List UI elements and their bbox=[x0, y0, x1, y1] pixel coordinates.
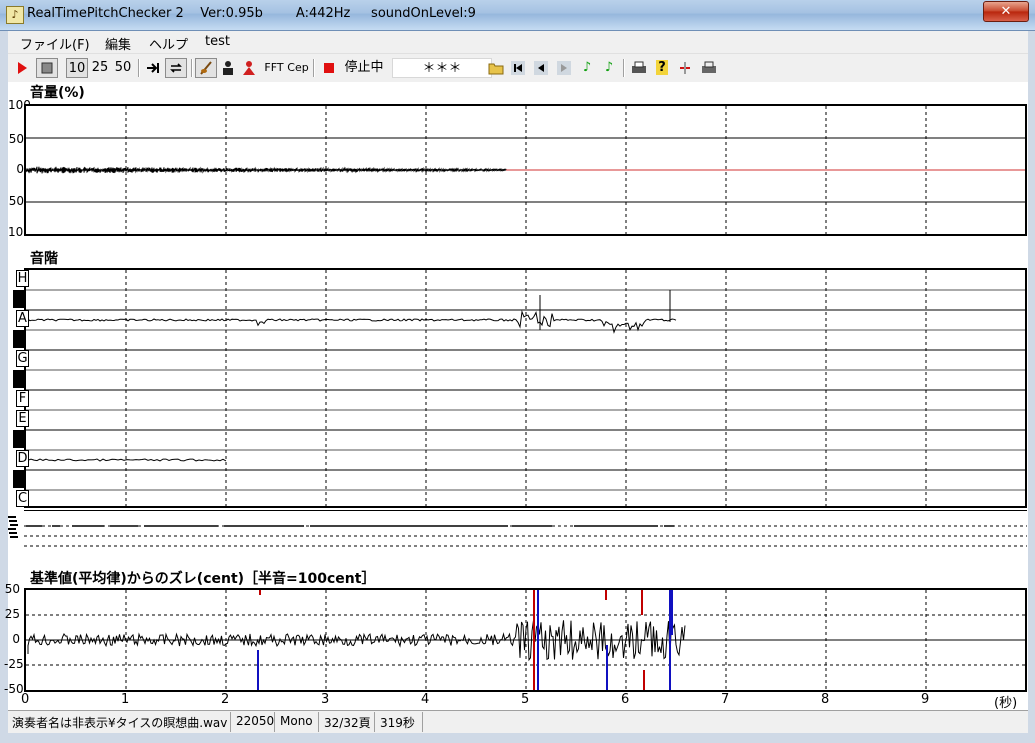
menu-help[interactable]: ヘルプ bbox=[149, 34, 188, 53]
menu-file[interactable]: ファイル(F) bbox=[20, 34, 90, 53]
open-folder-icon[interactable] bbox=[486, 58, 506, 78]
pitch-trace bbox=[27, 309, 677, 334]
time-tick-label: 6 bbox=[621, 692, 630, 707]
black-key bbox=[13, 470, 24, 488]
volume-y-label: 100 bbox=[8, 98, 31, 112]
strip-tick bbox=[8, 528, 16, 530]
status-bar: 演奏者名は非表示¥タイスの瞑想曲.wav 22050 Mono 32/32頁 3… bbox=[8, 710, 1028, 733]
volume-y-label: 100 bbox=[8, 225, 31, 239]
status-rate: 22050 bbox=[236, 714, 275, 728]
note-green-icon[interactable]: ♪ bbox=[578, 58, 596, 78]
black-key bbox=[13, 430, 24, 448]
note-label-g: G bbox=[16, 350, 29, 367]
time-tick-label: 9 bbox=[921, 692, 930, 707]
black-key bbox=[13, 370, 24, 388]
toolbar: 10 25 50 FFT Cep 停止中 ＊＊＊ ♪ ♪ ? bbox=[8, 53, 1028, 82]
note-label-h: H bbox=[16, 270, 29, 287]
person-icon[interactable] bbox=[220, 58, 236, 78]
status-channels: Mono bbox=[280, 714, 313, 728]
app-window: ♪ RealTimePitchChecker 2 Ver:0.95b A:442… bbox=[0, 0, 1035, 743]
note-label-d: D bbox=[16, 450, 29, 467]
volume-plot[interactable] bbox=[24, 104, 1027, 236]
loop-icon[interactable] bbox=[165, 58, 187, 78]
violin-icon[interactable] bbox=[195, 58, 217, 78]
deviation-y-label: 25 bbox=[4, 607, 20, 621]
zoom-10-button[interactable]: 10 bbox=[66, 58, 88, 78]
deviation-title: 基準値(平均律)からのズレ(cent)［半音=100cent］ bbox=[30, 571, 376, 587]
window-title: RealTimePitchChecker 2 Ver:0.95b A:442Hz… bbox=[27, 6, 476, 21]
zoom-25-button[interactable]: 25 bbox=[90, 58, 110, 78]
scale-title: 音階 bbox=[30, 251, 58, 267]
zoom-50-button[interactable]: 50 bbox=[113, 58, 133, 78]
status-page: 32/32頁 bbox=[324, 716, 371, 730]
black-key bbox=[13, 330, 24, 348]
record-stop-icon[interactable] bbox=[321, 58, 337, 78]
volume-y-label: 50 bbox=[8, 194, 24, 208]
first-page-icon[interactable] bbox=[509, 58, 527, 78]
status-label: 停止中 bbox=[344, 60, 384, 75]
title-bar[interactable]: ♪ RealTimePitchChecker 2 Ver:0.95b A:442… bbox=[0, 0, 1035, 31]
pitch-trace-low bbox=[27, 458, 227, 462]
printer-icon[interactable] bbox=[699, 58, 719, 78]
volume-y-label: 0 bbox=[16, 162, 24, 176]
time-tick-label: 7 bbox=[721, 692, 730, 707]
fft-button[interactable]: FFT bbox=[263, 58, 285, 78]
stop-icon[interactable] bbox=[36, 58, 58, 78]
time-tick-label: 3 bbox=[321, 692, 330, 707]
cep-button[interactable]: Cep bbox=[287, 58, 309, 78]
time-unit-label: (秒) bbox=[994, 696, 1018, 711]
volume-y-label: 50 bbox=[8, 132, 24, 146]
scale-plot[interactable] bbox=[24, 268, 1027, 508]
strip-tick bbox=[9, 532, 17, 534]
deviation-y-label: 50 bbox=[4, 582, 20, 596]
volume-waveform bbox=[26, 166, 507, 174]
play-icon[interactable] bbox=[12, 58, 32, 78]
deviation-y-label: -25 bbox=[4, 657, 24, 671]
print-icon[interactable] bbox=[629, 58, 649, 78]
time-tick-label: 1 bbox=[121, 692, 130, 707]
marker-icon[interactable] bbox=[676, 58, 694, 78]
jump-end-icon[interactable] bbox=[144, 58, 162, 78]
black-key bbox=[13, 290, 24, 308]
status-duration: 319秒 bbox=[380, 716, 415, 730]
prev-page-icon[interactable] bbox=[532, 58, 550, 78]
note-outline-icon[interactable]: ♪ bbox=[600, 58, 618, 78]
menu-edit[interactable]: 編集 bbox=[105, 34, 131, 53]
strip-tick bbox=[9, 520, 17, 522]
note-label-f: F bbox=[16, 390, 29, 407]
plot-area: 音量(%) 100 50 0 50 100 音階 HAGFEDC 基準値(平均律… bbox=[4, 82, 1028, 711]
strip-tick bbox=[10, 524, 18, 526]
next-page-icon[interactable] bbox=[555, 58, 573, 78]
time-tick-label: 8 bbox=[821, 692, 830, 707]
app-icon: ♪ bbox=[6, 6, 24, 24]
strip-tick bbox=[10, 536, 18, 538]
deviation-y-label: 0 bbox=[12, 632, 20, 646]
menu-bar: ファイル(F) 編集 ヘルプ test bbox=[8, 31, 1028, 53]
status-file: 演奏者名は非表示¥タイスの瞑想曲.wav bbox=[12, 716, 228, 730]
menu-test[interactable]: test bbox=[205, 34, 230, 49]
note-label-c: C bbox=[16, 490, 29, 507]
strip-tick bbox=[8, 516, 16, 518]
volume-title: 音量(%) bbox=[30, 85, 85, 101]
deviation-y-label: -50 bbox=[4, 682, 24, 696]
time-tick-label: 0 bbox=[21, 692, 30, 707]
note-label-e: E bbox=[16, 410, 29, 427]
note-label-a: A bbox=[16, 310, 29, 327]
time-tick-label: 2 bbox=[221, 692, 230, 707]
singer-icon[interactable] bbox=[241, 58, 257, 78]
time-tick-label: 4 bbox=[421, 692, 430, 707]
help-icon[interactable]: ? bbox=[653, 58, 671, 78]
note-strip bbox=[8, 510, 1028, 560]
deviation-plot[interactable] bbox=[24, 588, 1027, 692]
pitch-display: ＊＊＊ bbox=[392, 58, 492, 78]
time-tick-label: 5 bbox=[521, 692, 530, 707]
close-button[interactable]: ✕ bbox=[983, 1, 1029, 22]
